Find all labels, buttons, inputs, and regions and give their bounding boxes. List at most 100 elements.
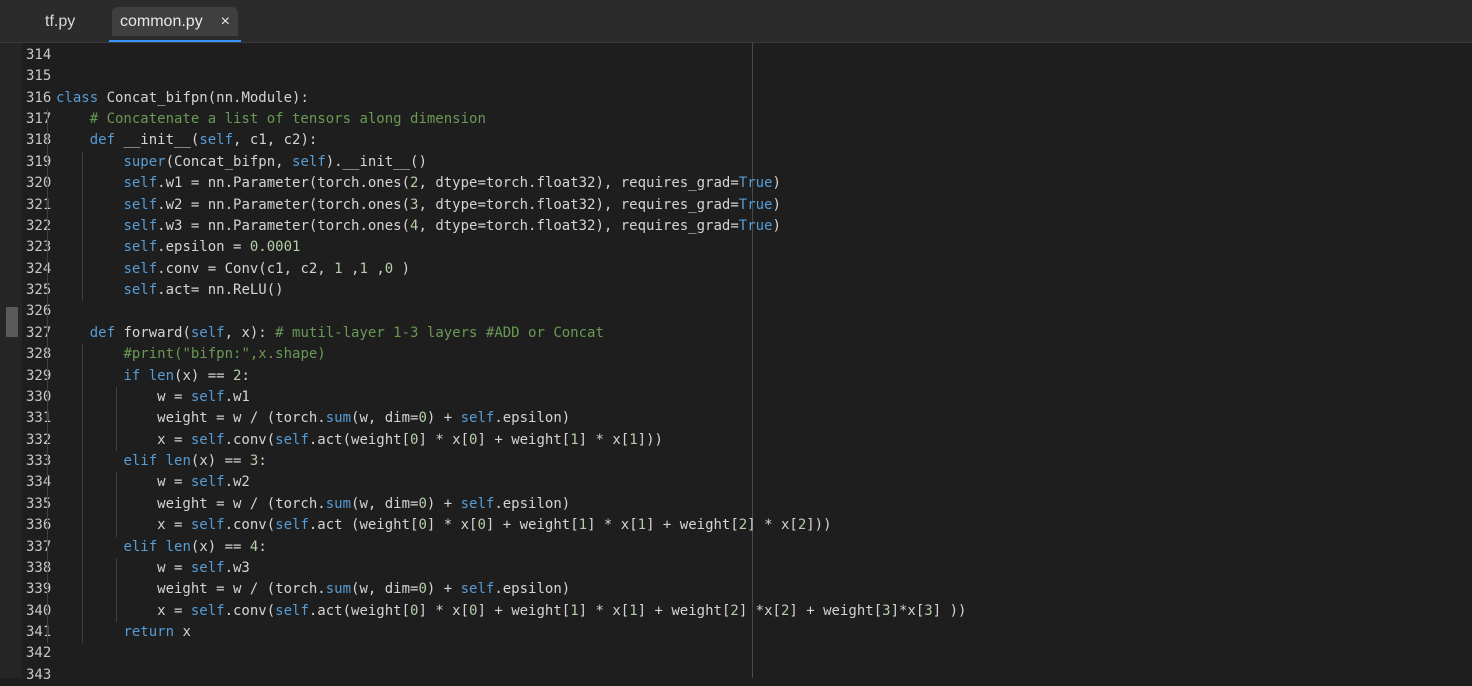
line-number: 316 [26,89,52,106]
code-line[interactable]: 322 self.w3 = nn.Parameter(torch.ones(4,… [26,216,781,237]
line-number: 333 [26,453,52,470]
code-line[interactable]: 324 self.conv = Conv(c1, c2, 1 ,1 ,0 ) [26,259,410,280]
line-number: 339 [26,581,52,598]
code-line[interactable]: 326 [26,301,56,322]
code-text: def forward(self, x): # mutil-layer 1-3 … [89,324,604,341]
code-line[interactable]: 327 def forward(self, x): # mutil-layer … [26,323,604,344]
tab-label: common.py [120,13,203,30]
line-number: 317 [26,111,52,128]
code-text: w = self.w2 [56,474,250,491]
line-number: 321 [26,196,52,213]
code-line[interactable]: 318 def __init__(self, c1, c2): [26,130,317,151]
code-text: if len(x) == 2: [123,367,250,384]
line-number: 319 [26,153,52,170]
line-number: 338 [26,559,52,576]
code-text: self.conv = Conv(c1, c2, 1 ,1 ,0 ) [123,260,411,277]
line-number: 320 [26,175,52,192]
scroll-position-marker[interactable] [6,307,18,337]
line-number: 326 [26,303,52,320]
line-number: 334 [26,474,52,491]
code-line[interactable]: 325 self.act= nn.ReLU() [26,280,284,301]
indent-guide [82,344,83,644]
line-number: 329 [26,367,52,384]
code-text: return x [123,623,191,640]
indent-guide [116,472,117,537]
indent-guide [116,557,117,622]
code-text: weight = w / (torch.sum(w, dim=0) + self… [56,581,571,598]
code-line[interactable]: 315 [26,66,56,87]
code-text: def __init__(self, c1, c2): [89,132,318,149]
code-line[interactable]: 319 super(Concat_bifpn, self).__init__() [26,152,427,173]
code-text: weight = w / (torch.sum(w, dim=0) + self… [56,495,571,512]
code-line[interactable]: 337 elif len(x) == 4: [26,537,267,558]
code-text: self.w1 = nn.Parameter(torch.ones(2, dty… [123,175,781,192]
code-text: w = self.w1 [56,388,250,405]
indent-guide [82,151,83,302]
line-number: 323 [26,239,52,256]
code-text: self.w3 = nn.Parameter(torch.ones(4, dty… [123,217,781,234]
code-line[interactable]: 332 x = self.conv(self.act(weight[0] * x… [26,430,663,451]
line-number: 341 [26,623,52,640]
code-line[interactable]: 339 weight = w / (torch.sum(w, dim=0) + … [26,579,570,600]
code-line[interactable]: 331 weight = w / (torch.sum(w, dim=0) + … [26,408,570,429]
code-text: x = self.conv(self.act (weight[0] * x[0]… [56,517,832,534]
code-line[interactable]: 343 [26,665,56,686]
code-line[interactable]: 317 # Concatenate a list of tensors alon… [26,109,486,130]
line-number: 327 [26,324,52,341]
code-text: elif len(x) == 4: [123,538,267,555]
line-number: 330 [26,388,52,405]
code-text: class Concat_bifpn(nn.Module): [56,89,309,106]
code-line[interactable]: 333 elif len(x) == 3: [26,451,267,472]
line-number: 342 [26,645,52,662]
code-line[interactable]: 320 self.w1 = nn.Parameter(torch.ones(2,… [26,173,781,194]
code-line[interactable]: 341 return x [26,622,191,643]
code-text: self.w2 = nn.Parameter(torch.ones(3, dty… [123,196,781,213]
code-editor[interactable]: 314 315 316 class Concat_bifpn(nn.Module): 3… [26,45,1472,683]
line-number: 328 [26,346,52,363]
line-number: 322 [26,217,52,234]
code-line[interactable]: 335 weight = w / (torch.sum(w, dim=0) + … [26,494,570,515]
code-line[interactable]: 329 if len(x) == 2: [26,366,250,387]
tab-tf-py[interactable]: tf.py [37,7,83,36]
line-number: 325 [26,282,52,299]
code-text: x = self.conv(self.act(weight[0] * x[0] … [56,431,663,448]
tab-label: tf.py [45,13,76,30]
code-text: self.act= nn.ReLU() [123,282,284,299]
line-number: 343 [26,666,52,683]
tab-common-py[interactable]: common.py × [109,7,241,42]
code-text: self.epsilon = 0.0001 [123,239,301,256]
code-line[interactable]: 338 w = self.w3 [26,558,250,579]
code-text: # Concatenate a list of tensors along di… [89,111,486,128]
code-line[interactable]: 334 w = self.w2 [26,472,250,493]
line-number: 318 [26,132,52,149]
code-text: elif len(x) == 3: [123,453,267,470]
close-icon[interactable]: × [221,7,230,36]
code-line[interactable]: 328 #print("bifpn:",x.shape) [26,344,326,365]
line-number: 332 [26,431,52,448]
indent-guide [47,109,48,644]
code-line[interactable]: 342 [26,643,56,664]
line-number: 315 [26,68,52,85]
code-text: x = self.conv(self.act(weight[0] * x[0] … [56,602,967,619]
code-line[interactable]: 330 w = self.w1 [26,387,250,408]
code-text: super(Concat_bifpn, self).__init__() [123,153,427,170]
code-line[interactable]: 340 x = self.conv(self.act(weight[0] * x… [26,601,966,622]
line-number: 340 [26,602,52,619]
line-number: 335 [26,495,52,512]
code-text: w = self.w3 [56,559,250,576]
line-number: 324 [26,260,52,277]
line-number: 337 [26,538,52,555]
line-number: 331 [26,410,52,427]
code-line[interactable]: 336 x = self.conv(self.act (weight[0] * … [26,515,832,536]
tab-bar: tf.py common.py × [0,0,1472,43]
code-text: #print("bifpn:",x.shape) [123,346,326,363]
editor-left-gutter [0,43,22,678]
indent-guide [116,386,117,452]
line-number: 314 [26,47,52,63]
code-line[interactable]: 316 class Concat_bifpn(nn.Module): [26,88,309,109]
active-tab-indicator [109,40,241,42]
code-line[interactable]: 321 self.w2 = nn.Parameter(torch.ones(3,… [26,195,781,216]
code-line[interactable]: 323 self.epsilon = 0.0001 [26,237,300,258]
code-text: weight = w / (torch.sum(w, dim=0) + self… [56,410,571,427]
code-line[interactable]: 314 [26,45,56,66]
